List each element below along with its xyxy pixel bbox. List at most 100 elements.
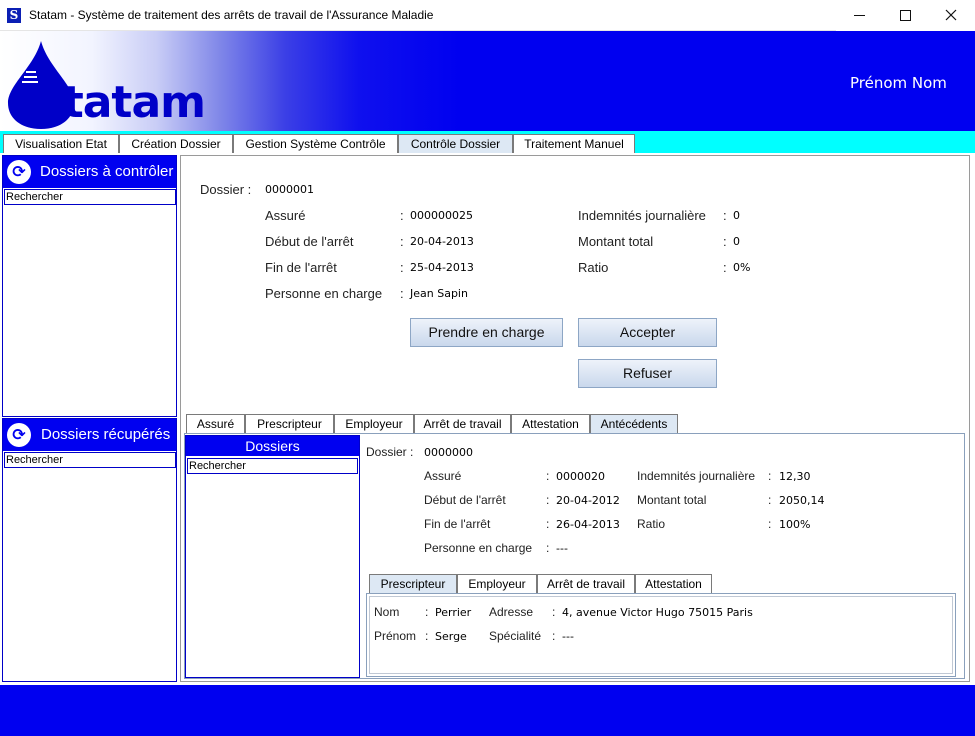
tab-traitement-manuel[interactable]: Traitement Manuel xyxy=(513,134,635,153)
subtab-arret-de-travail[interactable]: Arrêt de travail xyxy=(537,574,635,594)
tab-antecedents[interactable]: Antécédents xyxy=(590,414,678,434)
colon: : xyxy=(552,605,556,619)
tab-arret-de-travail[interactable]: Arrêt de travail xyxy=(414,414,511,434)
subtab-employeur[interactable]: Employeur xyxy=(457,574,537,594)
tab-gestion-systeme-controle[interactable]: Gestion Système Contrôle xyxy=(233,134,398,153)
dossier-label: Dossier : xyxy=(200,182,252,197)
tab-attestation[interactable]: Attestation xyxy=(511,414,590,434)
field-label: Fin de l'arrêt xyxy=(424,517,491,531)
colon: : xyxy=(425,605,429,619)
list-title: Dossiers xyxy=(186,436,359,456)
app-logo: Statam xyxy=(32,77,206,128)
field-value: 0000020 xyxy=(556,470,605,483)
minimize-button-2[interactable] xyxy=(836,0,882,31)
prescriber-adresse: 4, avenue Victor Hugo 75015 Paris xyxy=(562,606,753,619)
tab-creation-dossier[interactable]: Création Dossier xyxy=(119,134,233,153)
colon: : xyxy=(768,493,772,507)
header-banner: Statam Prénom Nom xyxy=(0,31,975,131)
colon: : xyxy=(400,260,404,275)
field-value: 100% xyxy=(779,518,811,531)
tab-assure[interactable]: Assuré xyxy=(186,414,245,434)
colon: : xyxy=(400,208,404,223)
accept-button[interactable]: Accepter xyxy=(578,318,717,347)
close-button[interactable] xyxy=(928,0,975,31)
refresh-icon[interactable]: ⟳ xyxy=(7,160,31,184)
tab-employeur[interactable]: Employeur xyxy=(334,414,414,434)
minimize-line-icon xyxy=(854,15,865,16)
field-label: Montant total xyxy=(637,493,707,507)
dossier-number: 0000000 xyxy=(424,446,473,459)
colon: : xyxy=(768,469,772,483)
tab-prescripteur[interactable]: Prescripteur xyxy=(245,414,334,434)
dossier-label: Dossier : xyxy=(366,445,414,459)
close-icon xyxy=(945,9,957,21)
take-charge-button[interactable]: Prendre en charge xyxy=(410,318,563,347)
colon: : xyxy=(723,208,727,223)
search-input[interactable]: Rechercher xyxy=(187,458,358,474)
colon: : xyxy=(546,469,550,483)
prescriber-nom-label: Nom xyxy=(374,605,400,619)
colon: : xyxy=(552,629,556,643)
prescriber-specialite: --- xyxy=(562,630,574,643)
field-label: Ratio xyxy=(637,517,666,531)
field-value: 25-04-2013 xyxy=(410,261,474,274)
colon: : xyxy=(546,493,550,507)
field-value: --- xyxy=(556,542,568,555)
field-value: 26-04-2013 xyxy=(556,518,620,531)
panel-header: ⟳ Dossiers à contrôler xyxy=(3,156,176,188)
colon: : xyxy=(723,234,727,249)
refresh-icon[interactable]: ⟳ xyxy=(7,423,31,447)
field-label: Personne en charge xyxy=(424,541,533,555)
field-label: Début de l'arrêt xyxy=(265,234,354,249)
prescriber-adresse-label: Adresse xyxy=(489,605,534,619)
field-label: Ratio xyxy=(578,260,609,275)
maximize-button[interactable] xyxy=(882,0,928,31)
search-input[interactable]: Rechercher xyxy=(4,189,176,205)
user-name: Prénom Nom xyxy=(850,74,947,92)
prescriber-prenom: Serge xyxy=(435,630,467,643)
field-value: 20-04-2012 xyxy=(556,494,620,507)
tab-controle-dossier[interactable]: Contrôle Dossier xyxy=(398,134,513,153)
field-value: 2050,14 xyxy=(779,494,825,507)
field-value: 0% xyxy=(733,261,751,274)
field-value: 0 xyxy=(733,209,740,222)
field-label: Fin de l'arrêt xyxy=(265,260,337,275)
subtab-attestation[interactable]: Attestation xyxy=(635,574,712,594)
dossier-number: 0000001 xyxy=(265,183,314,196)
history-dossier-list: Dossiers Rechercher xyxy=(185,435,360,678)
prescriber-specialite-label: Spécialité xyxy=(489,629,542,643)
prescriber-nom: Perrier xyxy=(435,606,472,619)
footer-bar xyxy=(0,685,975,736)
field-label: Indemnités journalière xyxy=(578,208,706,223)
prescriber-prenom-label: Prénom xyxy=(374,629,417,643)
colon: : xyxy=(425,629,429,643)
field-label: Assuré xyxy=(265,208,306,223)
subtab-prescripteur-active[interactable]: Prescripteur xyxy=(369,574,457,594)
app-icon: S xyxy=(7,8,21,23)
field-value: 20-04-2013 xyxy=(410,235,474,248)
colon: : xyxy=(546,541,550,555)
tab-visualisation-etat[interactable]: Visualisation Etat xyxy=(3,134,119,153)
field-value: Jean Sapin xyxy=(410,287,468,300)
colon: : xyxy=(723,260,727,275)
field-label: Assuré xyxy=(424,469,462,483)
field-label: Indemnités journalière xyxy=(637,469,756,483)
panel-dossiers-a-controler: ⟳ Dossiers à contrôler Rechercher xyxy=(2,155,177,417)
refuse-button[interactable]: Refuser xyxy=(578,359,717,388)
colon: : xyxy=(546,517,550,531)
panel-dossiers-recuperes: ⟳ Dossiers récupérés Rechercher xyxy=(2,418,177,682)
colon: : xyxy=(400,286,404,301)
search-input[interactable]: Rechercher xyxy=(4,452,176,468)
panel-header: ⟳ Dossiers récupérés xyxy=(3,419,176,451)
field-label: Personne en charge xyxy=(265,286,383,301)
window-title: Statam - Système de traitement des arrêt… xyxy=(29,8,434,22)
panel-title: Dossiers à contrôler xyxy=(40,163,174,180)
field-value: 0 xyxy=(733,235,740,248)
field-label: Montant total xyxy=(578,234,654,249)
field-label: Début de l'arrêt xyxy=(424,493,506,507)
colon: : xyxy=(400,234,404,249)
field-value: 000000025 xyxy=(410,209,473,222)
colon: : xyxy=(768,517,772,531)
panel-title: Dossiers récupérés xyxy=(41,426,171,443)
field-value: 12,30 xyxy=(779,470,811,483)
